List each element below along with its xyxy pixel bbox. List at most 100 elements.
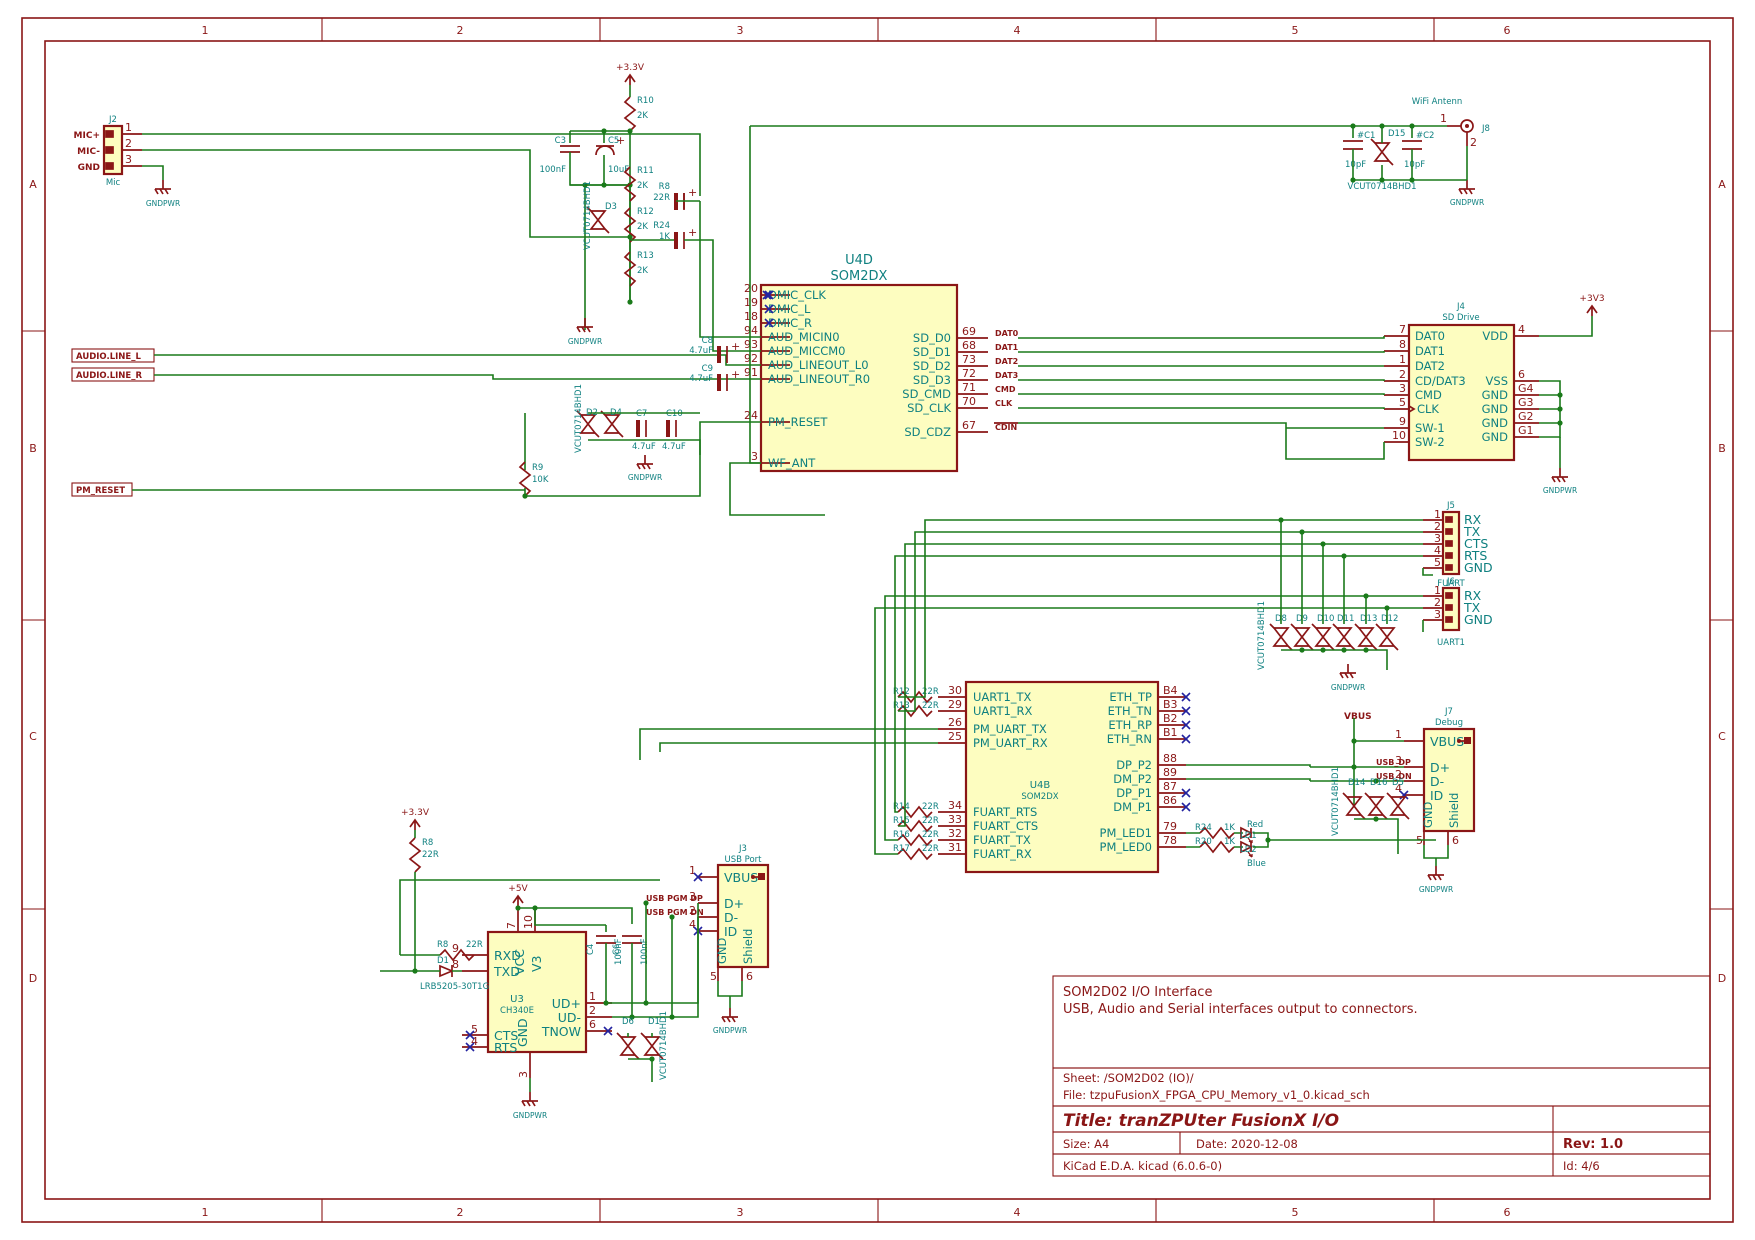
net-label-cdin: CDIN (995, 423, 1017, 432)
j8-value: WiFi Antenn (1412, 97, 1462, 107)
j4-value: SD Drive (1442, 313, 1479, 323)
symbol-u4b[interactable]: U4B SOM2DX UART1_TX UART1_RX PM_UART_TX … (893, 680, 1191, 874)
r20-value: 1K (1224, 837, 1235, 847)
resistor-ref: R15 (893, 816, 910, 826)
r12-value: 2K (637, 222, 648, 232)
resistor-value: 22R (922, 701, 939, 711)
d10-ref: D11 (1337, 614, 1354, 624)
pin-num: 1 (1399, 353, 1406, 366)
svg-text:5: 5 (1292, 24, 1299, 37)
svg-text:5: 5 (1292, 1206, 1299, 1219)
connector-j7-debug[interactable]: J7 Debug VBUS D+ D- ID GND Shield 1 3 2 … (1186, 707, 1476, 894)
pin-num: 6 (1518, 368, 1525, 381)
u3-pin-gnd: GND (515, 1018, 530, 1047)
connector-j2-mic[interactable]: J2 Mic 1 2 3 MIC+ MIC- GND GNDPWR (74, 115, 181, 208)
c9-ref: R24 (653, 221, 670, 231)
svg-text:2: 2 (457, 1206, 464, 1219)
svg-text:+: + (688, 226, 697, 239)
u3-pin-udm: UD- (558, 1010, 581, 1025)
r20-ref: R20 (1195, 837, 1212, 847)
pin-num: B1 (1163, 726, 1178, 739)
file-path: File: tzpuFusionX_FPGA_CPU_Memory_v1_0.k… (1063, 1088, 1370, 1102)
j3-label-dp: D+ (724, 896, 744, 911)
svg-text:A: A (29, 178, 37, 191)
sheet-size: Size: A4 (1063, 1137, 1109, 1151)
u4d-pin-sd-cmd: SD_CMD (902, 387, 951, 401)
u4d-pin-dmic-clk: DMIC_CLK (768, 288, 826, 302)
j4-pin-dat2: DAT2 (1415, 359, 1445, 373)
pin-num: 68 (962, 339, 976, 352)
j4-ref: J4 (1456, 302, 1465, 312)
net-label-usb-pgm-dn: USB PGM DN (646, 908, 704, 917)
u3-pin-v3: V3 (529, 955, 544, 972)
c11-value: 4.7uF (689, 346, 713, 356)
c2-ref: #C2 (1416, 131, 1434, 141)
u4b-pin-pm-uart-rx: PM_UART_RX (973, 736, 1048, 750)
pin-num: 1 (125, 121, 132, 134)
pin-num: G4 (1518, 382, 1534, 395)
c4-ref: C4 (586, 944, 596, 955)
symbol-u4d[interactable]: U4D SOM2DX DMIC_CLK DMIC_L DMIC_R AUD_MI… (744, 253, 1019, 473)
svg-text:1: 1 (202, 1206, 209, 1219)
u4b-pin-fuart-cts: FUART_CTS (973, 819, 1038, 833)
j6-ref: J6 (1446, 577, 1455, 587)
r7-ref: R8 (422, 838, 433, 848)
u4b-pin-dm-p1: DM_P1 (1113, 800, 1152, 814)
c3-ref: C3 (555, 136, 566, 146)
net-label-usb-pgm-dp: USB PGM DP (646, 894, 703, 903)
c2-value: 10pF (1404, 160, 1425, 170)
d1-ref: D1 (437, 956, 449, 966)
u4b-pin-pm-led1: PM_LED1 (1100, 826, 1152, 840)
svg-text:D: D (29, 972, 37, 985)
connector-j6-uart1[interactable]: J6 UART1 1 2 3 RX TX GND (1423, 577, 1493, 648)
j4-pin-cd-dat3: CD/DAT3 (1415, 374, 1466, 388)
r24-ref: R24 (1195, 823, 1212, 833)
hier-label-audio-line-r: AUDIO.LINE_R (76, 371, 142, 381)
svg-text:3: 3 (737, 1206, 744, 1219)
connector-j4-sd[interactable]: J4 SD Drive DAT0 DAT1 DAT2 CD/DAT3 CMD C… (1018, 294, 1605, 495)
u4b-pin-eth-tp: ETH_TP (1109, 690, 1152, 704)
svg-text:D: D (1718, 972, 1726, 985)
r10-ref: R10 (637, 96, 654, 106)
resistor-value: 22R (922, 830, 939, 840)
pin-num: B2 (1163, 712, 1178, 725)
r9-value: 10K (532, 475, 549, 485)
pin-num: 31 (948, 841, 962, 854)
u4b-pin-eth-rp: ETH_RP (1108, 718, 1152, 732)
svg-text:4: 4 (1014, 1206, 1021, 1219)
pin-num: 93 (744, 338, 758, 351)
u4b-pin-dp-p2: DP_P2 (1116, 758, 1152, 772)
svg-text:B: B (29, 442, 37, 455)
resistor-ref: R17 (893, 844, 910, 854)
usb-debug-tvs-value: VCUT0714BHD1 (1331, 767, 1341, 836)
power-label-5v: +5V (508, 884, 528, 894)
power-label-3v3-sd: +3V3 (1579, 294, 1604, 304)
d3-ref: D3 (605, 202, 617, 212)
j4-pin-sw2: SW-2 (1415, 435, 1445, 449)
d13-ref: D12 (1381, 614, 1398, 624)
r8-value: 22R (466, 940, 483, 950)
connector-j5-fuart[interactable]: J5 FUART 1 2 3 4 5 RX TX CTS RTS GND (1423, 501, 1493, 589)
u3-pin-tnow: TNOW (541, 1024, 581, 1039)
u4b-pin-pm-uart-tx: PM_UART_TX (973, 722, 1047, 736)
pin-num: 94 (744, 324, 758, 337)
u4b-pin-eth-rn: ETH_RN (1107, 732, 1152, 746)
pin-num: 6 (589, 1018, 596, 1031)
j7-label-gnd: GND (1421, 801, 1435, 828)
u4d-pin-wf-ant: WF_ANT (768, 456, 816, 470)
gnd-label: GNDPWR (1419, 885, 1453, 894)
u3-value: CH340E (500, 1006, 534, 1016)
svg-text:6: 6 (1504, 24, 1511, 37)
u4d-pin-aud-micin0: AUD_MICIN0 (768, 330, 840, 344)
u3-ref: U3 (510, 994, 524, 1005)
pin-num: 92 (744, 352, 758, 365)
pin-num: 91 (744, 366, 758, 379)
d3-value: VCUT0714BHD1 (583, 181, 593, 250)
u4d-ref: U4D (845, 253, 873, 268)
c8-value: 22R (653, 193, 670, 203)
u4d-pin-sd-d2: SD_D2 (913, 359, 951, 373)
j4-pin-vdd: VDD (1482, 329, 1508, 343)
net-label-dat0: DAT0 (995, 329, 1019, 338)
pin-num: 9 (1399, 415, 1406, 428)
pin-num: 2 (125, 137, 132, 150)
